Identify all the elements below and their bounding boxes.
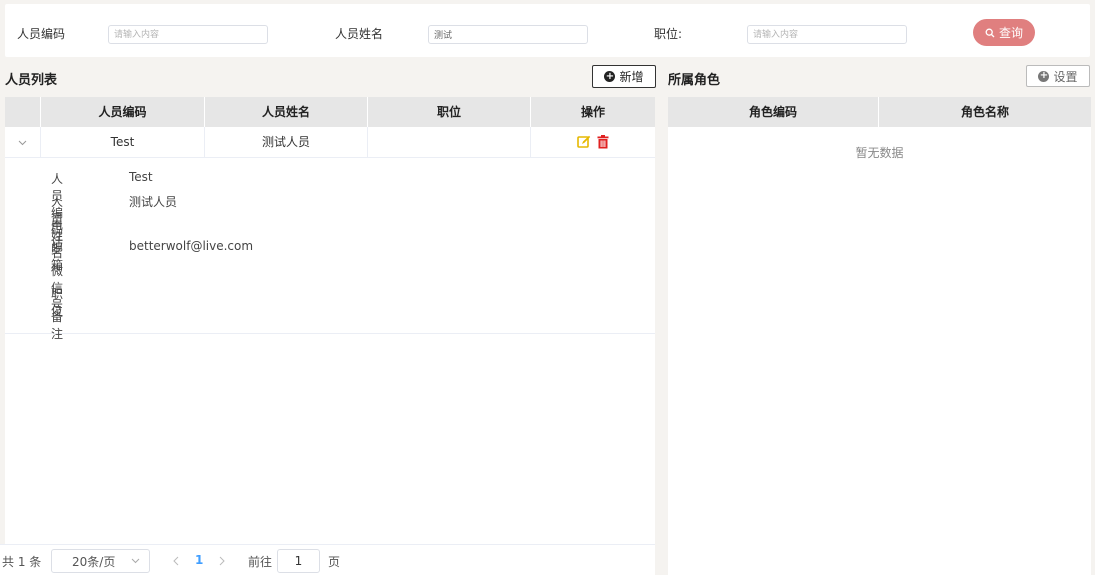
search-bar: 人员编码 人员姓名 职位: 查询 — [5, 4, 1090, 57]
cell-actions — [531, 127, 655, 157]
detail-label: 备注 — [51, 310, 64, 341]
name-label: 人员姓名 — [335, 27, 384, 41]
column-header: 角色名称 — [960, 105, 1009, 119]
goto-label: 前往 — [248, 555, 273, 569]
chevron-right-icon[interactable] — [218, 556, 226, 566]
roles-table-header: 角色编码 角色名称 — [668, 97, 1091, 127]
row-detail: 人员编码 Test 人员姓名 测试人员 电话 邮箱 betterwolf@liv… — [5, 158, 655, 341]
settings-label: 设置 — [1053, 69, 1078, 84]
page-size-value: 20条/页 — [72, 554, 116, 569]
expand-toggle[interactable] — [5, 127, 41, 157]
detail-value: Test — [129, 170, 153, 184]
chevron-down-icon — [18, 140, 27, 145]
cell-code: Test — [41, 127, 205, 157]
chevron-down-icon — [131, 558, 140, 564]
add-staff-button[interactable]: + 新增 — [592, 65, 656, 88]
position-label: 职位: — [654, 27, 683, 41]
name-input[interactable] — [428, 25, 588, 44]
staff-table-header: 人员编码 人员姓名 职位 操作 — [5, 97, 655, 127]
position-input[interactable] — [747, 25, 907, 44]
pagination: 共 1 条 20条/页 1 前往 页 — [0, 544, 655, 575]
code-label: 人员编码 — [17, 27, 66, 41]
code-input[interactable] — [108, 25, 268, 44]
column-header: 角色编码 — [668, 97, 879, 127]
column-header: 职位 — [368, 97, 531, 127]
page-number[interactable]: 1 — [195, 553, 203, 567]
settings-button[interactable]: + 设置 — [1026, 65, 1090, 87]
page-size-select[interactable]: 20条/页 — [51, 549, 150, 573]
plus-circle-icon: + — [1038, 70, 1050, 82]
detail-value: 测试人员 — [129, 195, 178, 209]
staff-table: 人员编码 人员姓名 职位 操作 Test 测试人员 人员编码 Test 人员姓名… — [5, 97, 655, 575]
column-header: 操作 — [580, 105, 605, 119]
page-suffix: 页 — [328, 555, 341, 569]
goto-page-input[interactable] — [277, 549, 320, 573]
trash-icon[interactable] — [597, 135, 609, 149]
cell-name: 测试人员 — [205, 127, 368, 157]
roles-title: 所属角色 — [668, 73, 721, 88]
table-row[interactable]: Test 测试人员 — [5, 127, 655, 158]
edit-icon[interactable] — [577, 135, 591, 149]
empty-state: 暂无数据 — [855, 146, 904, 160]
query-label: 查询 — [998, 26, 1023, 40]
chevron-left-icon[interactable] — [172, 556, 180, 566]
roles-table: 角色编码 角色名称 暂无数据 — [668, 97, 1091, 575]
add-label: 新增 — [619, 70, 644, 84]
search-icon — [985, 28, 995, 37]
expand-column-header — [5, 97, 41, 127]
total-count: 共 1 条 — [2, 555, 42, 569]
cell-position — [368, 127, 531, 157]
column-header: 人员姓名 — [205, 97, 368, 127]
staff-list-title: 人员列表 — [5, 73, 58, 88]
detail-value: betterwolf@live.com — [129, 239, 254, 253]
plus-circle-icon: + — [604, 70, 616, 82]
column-header: 人员编码 — [41, 97, 205, 127]
query-button[interactable]: 查询 — [973, 19, 1035, 46]
